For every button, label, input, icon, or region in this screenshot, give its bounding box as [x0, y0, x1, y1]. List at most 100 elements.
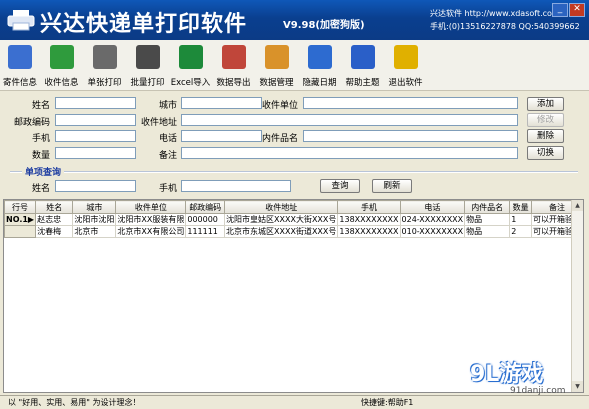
- toolbar-button-6[interactable]: 数据管理: [255, 40, 298, 90]
- remark-label: 备注: [158, 151, 177, 161]
- query-button[interactable]: 查询: [320, 179, 360, 193]
- watermark-url: 91danji.com: [510, 386, 566, 396]
- row-number-cell[interactable]: [4, 225, 37, 238]
- calendar-icon: [307, 45, 332, 69]
- column-header[interactable]: 收件地址: [224, 200, 339, 214]
- toolbar-label: 数据管理: [259, 78, 294, 88]
- table-cell[interactable]: 024-XXXXXXXX: [399, 213, 466, 226]
- toolbar-button-0[interactable]: 寄件信息: [0, 40, 40, 90]
- address-field[interactable]: [181, 114, 518, 126]
- toolbar-button-8[interactable]: 帮助主题: [341, 40, 384, 90]
- title-bar: 兴达快递单打印软件 V9.98(加密狗版) 兴达软件 http://www.xd…: [0, 0, 589, 40]
- users-icon: [49, 45, 74, 69]
- status-slogan: 以 "好用、实用、易用" 为设计理念！: [8, 398, 141, 407]
- column-header[interactable]: 行号: [4, 200, 37, 214]
- column-header[interactable]: 收件单位: [115, 200, 187, 214]
- quantity-field[interactable]: [55, 147, 136, 159]
- close-button[interactable]: ✕: [569, 3, 585, 17]
- exit-icon: [393, 45, 418, 69]
- add-button[interactable]: 添加: [527, 97, 564, 111]
- modify-button[interactable]: 修改: [527, 113, 564, 127]
- company-field[interactable]: [303, 97, 518, 109]
- toolbar-button-3[interactable]: 批量打印: [126, 40, 169, 90]
- scroll-up-icon[interactable]: ▲: [572, 200, 583, 211]
- product-label: 内件品名: [261, 134, 298, 144]
- remark-field[interactable]: [181, 147, 518, 159]
- column-header[interactable]: 城市: [72, 200, 117, 214]
- printer-icon: [92, 45, 117, 69]
- column-header[interactable]: 数量: [509, 200, 532, 214]
- printer-logo-icon: [7, 10, 35, 31]
- phone-label: 电话: [158, 134, 177, 144]
- toolbar-label: 收件信息: [44, 78, 79, 88]
- table-cell[interactable]: 赵志忠: [35, 213, 74, 226]
- section-divider-highlight: [10, 172, 578, 173]
- table-cell[interactable]: 1: [509, 213, 532, 226]
- quantity-label: 数量: [31, 151, 50, 161]
- table-cell[interactable]: 111111: [185, 225, 226, 238]
- name-field[interactable]: [55, 97, 136, 109]
- table-cell[interactable]: 物品: [464, 225, 511, 238]
- toolbar-button-2[interactable]: 单张打印: [83, 40, 126, 90]
- table-row[interactable]: 沈春梅 北京市 北京市XX有限公司 111111 北京市东城区XXXX街道XXX号 138…: [4, 225, 583, 238]
- switch-button[interactable]: 切换: [527, 146, 564, 160]
- toolbar-button-9[interactable]: 退出软件: [384, 40, 427, 90]
- column-header[interactable]: 邮政编码: [185, 200, 226, 214]
- table-cell[interactable]: 2: [509, 225, 532, 238]
- table-cell[interactable]: 沈阳市皇姑区XXXX大街XXX号: [224, 213, 339, 226]
- row-number-cell[interactable]: NO.1▶: [4, 213, 37, 226]
- printer-batch-icon: [135, 45, 160, 69]
- excel-icon: [178, 45, 203, 69]
- table-row[interactable]: NO.1▶ 赵志忠 沈阳市沈阳 沈阳市XX服装有限 000000 沈阳市皇姑区XXXX大街…: [4, 213, 583, 226]
- toolbar-button-7[interactable]: 隐藏日期: [298, 40, 341, 90]
- table-cell[interactable]: 138XXXXXXXX: [337, 213, 401, 226]
- toolbar-button-4[interactable]: Excel导入: [169, 40, 212, 90]
- records-table: 行号 姓名 城市 收件单位 邮政编码 收件地址 手机 电话 内件品名 数量 备注 NO.1▶ 赵志忠沈…: [4, 200, 583, 238]
- watermark-logo: 9L游戏: [470, 362, 544, 387]
- column-header[interactable]: 姓名: [35, 200, 74, 214]
- toolbar-label: 单张打印: [87, 78, 122, 88]
- toolbar-label: 数据导出: [216, 78, 251, 88]
- main-toolbar: 寄件信息 收件信息 单张打印 批量打印 Excel导入 数据导出 数据管理 隐藏日期 帮助主题退…: [0, 40, 589, 91]
- toolbar-label: 隐藏日期: [302, 78, 337, 88]
- refresh-button[interactable]: 刷新: [372, 179, 412, 193]
- status-shortcut: 快捷键:帮助F1: [361, 398, 414, 407]
- toolbar-label: 退出软件: [388, 78, 423, 88]
- column-header[interactable]: 内件品名: [464, 200, 511, 214]
- city-label: 城市: [158, 101, 177, 111]
- query-mobile-field[interactable]: [181, 180, 291, 192]
- mobile-field[interactable]: [55, 130, 136, 142]
- postcode-field[interactable]: [55, 114, 136, 126]
- name-label: 姓名: [31, 101, 50, 111]
- table-cell[interactable]: 010-XXXXXXXX: [399, 225, 466, 238]
- user-icon: [8, 45, 32, 69]
- query-name-label: 姓名: [31, 184, 50, 194]
- table-cell[interactable]: 物品: [464, 213, 511, 226]
- table-cell[interactable]: 沈阳市沈阳: [72, 213, 117, 226]
- table-cell[interactable]: 北京市东城区XXXX街道XXX号: [224, 225, 339, 238]
- minimize-button[interactable]: _: [552, 3, 568, 17]
- column-header[interactable]: 手机: [337, 200, 401, 214]
- column-header[interactable]: 电话: [399, 200, 466, 214]
- toolbar-label: 帮助主题: [345, 78, 380, 88]
- table-cell[interactable]: 北京市XX有限公司: [115, 225, 187, 238]
- toolbar-label: 寄件信息: [2, 78, 37, 88]
- query-mobile-label: 手机: [158, 184, 177, 194]
- mobile-label: 手机: [31, 134, 50, 144]
- table-cell[interactable]: 北京市: [72, 225, 117, 238]
- product-field[interactable]: [303, 130, 518, 142]
- table-cell[interactable]: 138XXXXXXXX: [337, 225, 401, 238]
- table-cell[interactable]: 000000: [185, 213, 226, 226]
- company-label: 收件单位: [261, 101, 298, 111]
- phone-field[interactable]: [181, 130, 262, 142]
- city-field[interactable]: [181, 97, 262, 109]
- export-icon: [221, 45, 246, 69]
- delete-button[interactable]: 删除: [527, 129, 564, 143]
- table-cell[interactable]: 沈春梅: [35, 225, 74, 238]
- query-name-field[interactable]: [55, 180, 136, 192]
- box-icon: [264, 45, 289, 69]
- toolbar-button-1[interactable]: 收件信息: [40, 40, 83, 90]
- table-header-row: 行号 姓名 城市 收件单位 邮政编码 收件地址 手机 电话 内件品名 数量 备注: [4, 200, 583, 214]
- toolbar-button-5[interactable]: 数据导出: [212, 40, 255, 90]
- table-cell[interactable]: 沈阳市XX服装有限: [115, 213, 187, 226]
